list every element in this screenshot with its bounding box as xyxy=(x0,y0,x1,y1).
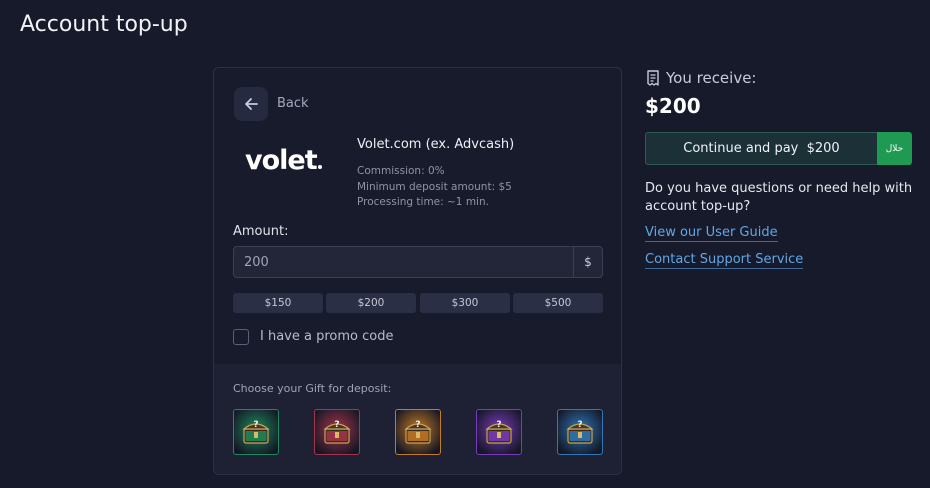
user-guide-link[interactable]: View our User Guide xyxy=(645,225,778,242)
gift-chest-purple[interactable]: ? xyxy=(476,409,522,455)
svg-text:?: ? xyxy=(415,420,420,430)
min-deposit-text: Minimum deposit amount: $5 xyxy=(357,180,512,193)
payment-method-name: Volet.com (ex. Advcash) xyxy=(357,137,515,152)
payment-card: Back volet Volet.com (ex. Advcash) Commi… xyxy=(213,67,622,475)
gift-chest-orange[interactable]: ? xyxy=(395,409,441,455)
support-link[interactable]: Contact Support Service xyxy=(645,252,804,269)
amount-label: Amount: xyxy=(233,224,289,239)
preset-amount-button[interactable]: $300 xyxy=(420,293,510,313)
help-text: Do you have questions or need help with … xyxy=(645,181,913,214)
promo-code-label[interactable]: I have a promo code xyxy=(260,329,393,344)
receive-amount: $200 xyxy=(645,94,701,118)
processing-time-text: Processing time: ~1 min. xyxy=(357,196,489,208)
preset-amount-button[interactable]: $500 xyxy=(513,293,603,313)
gift-chest-green[interactable]: ? xyxy=(233,409,279,455)
treasure-chest-icon: ? xyxy=(242,420,270,444)
logo-dot xyxy=(317,165,322,169)
volet-logo: volet xyxy=(245,145,322,176)
receipt-icon xyxy=(647,70,659,86)
currency-indicator: $ xyxy=(573,246,603,278)
continue-pay-label: Continue and pay $200 xyxy=(683,141,840,156)
arrow-left-icon xyxy=(245,98,258,110)
svg-text:?: ? xyxy=(496,420,501,430)
treasure-chest-icon: ? xyxy=(566,420,594,444)
page-title: Account top-up xyxy=(20,12,188,37)
gift-chest-blue[interactable]: ? xyxy=(557,409,603,455)
amount-input[interactable] xyxy=(233,246,574,278)
receive-label-text: You receive: xyxy=(666,69,757,87)
gift-chest-red[interactable]: ? xyxy=(314,409,360,455)
continue-pay-button[interactable]: Continue and pay $200 xyxy=(645,132,878,165)
back-label[interactable]: Back xyxy=(277,96,309,111)
back-button[interactable] xyxy=(234,87,268,121)
logo-text: volet xyxy=(245,145,318,176)
treasure-chest-icon: ? xyxy=(404,420,432,444)
gift-section: Choose your Gift for deposit: ? ? ? ? ? xyxy=(214,364,621,474)
svg-text:?: ? xyxy=(577,420,582,430)
payment-method-info: Commission: 0% Minimum deposit amount: $… xyxy=(357,164,512,211)
preset-amount-button[interactable]: $150 xyxy=(233,293,323,313)
treasure-chest-icon: ? xyxy=(485,420,513,444)
receive-label: You receive: xyxy=(646,69,757,87)
promo-code-checkbox[interactable] xyxy=(233,329,249,345)
svg-text:?: ? xyxy=(334,420,339,430)
svg-text:?: ? xyxy=(253,420,258,430)
treasure-chest-icon: ? xyxy=(323,420,351,444)
halal-badge: حلال xyxy=(877,132,912,165)
commission-text: Commission: 0% xyxy=(357,165,445,177)
gift-section-title: Choose your Gift for deposit: xyxy=(233,382,392,395)
preset-amount-button[interactable]: $200 xyxy=(326,293,416,313)
